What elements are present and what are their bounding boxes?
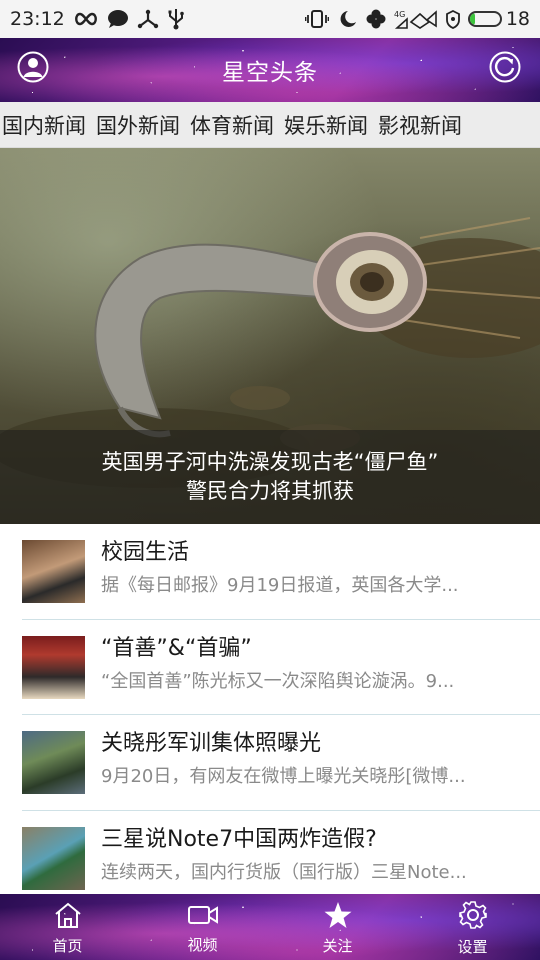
battery-level: 18 <box>505 8 530 30</box>
news-thumbnail <box>22 826 85 890</box>
battery-fill <box>469 13 476 25</box>
news-item-military-training[interactable]: 关晓彤军训集体照曝光 9月20日，有网友在微博上曝光关晓彤[微博... <box>22 715 540 811</box>
user-avatar-icon <box>17 51 49 87</box>
bottom-nav: 首页 视频 关注 设置 <box>0 894 540 960</box>
chat-bubble-icon <box>107 9 129 29</box>
news-thumbnail <box>22 540 85 603</box>
news-thumbnail <box>22 635 85 699</box>
infinity-icon <box>73 11 99 27</box>
news-list: 校园生活 据《每日邮报》9月19日报道，英国各大学... “首善”&“首骗” “… <box>0 524 540 894</box>
nav-settings-label: 设置 <box>457 937 488 956</box>
tab-entertainment-news[interactable]: 娱乐新闻 <box>282 110 376 140</box>
hero-caption-line2: 警民合力将其抓获 <box>186 479 354 503</box>
battery-indicator: 18 <box>467 8 530 30</box>
news-summary: 连续两天，国内行货版（国行版）三星Note... <box>101 861 467 883</box>
usb-icon <box>167 8 185 30</box>
news-title: 关晓彤军训集体照曝光 <box>101 731 322 756</box>
hero-caption-line1: 英国男子河中洗澡发现古老“僵尸鱼” <box>101 450 439 474</box>
news-title: 校园生活 <box>101 540 190 565</box>
news-title: 三星说Note7中国两炸造假? <box>101 826 377 852</box>
nav-follow[interactable]: 关注 <box>270 894 405 960</box>
clover-icon <box>365 8 387 30</box>
news-thumbnail <box>22 731 85 794</box>
news-item-campus-life[interactable]: 校园生活 据《每日邮报》9月19日报道，英国各大学... <box>22 524 540 620</box>
news-item-samsung-note7[interactable]: 三星说Note7中国两炸造假? 连续两天，国内行货版（国行版）三星Note... <box>22 811 540 895</box>
battery-icon <box>467 11 502 27</box>
nav-home[interactable]: 首页 <box>0 894 135 960</box>
news-title: “首善”&“首骗” <box>101 635 252 661</box>
nav-settings[interactable]: 设置 <box>405 894 540 960</box>
svg-text:4G: 4G <box>394 10 405 19</box>
usb-tether-icon <box>137 9 159 29</box>
news-summary: 9月20日，有网友在微博上曝光关晓彤[微博... <box>101 766 466 787</box>
star-icon <box>323 901 353 933</box>
news-item-philanthropist[interactable]: “首善”&“首骗” “全国首善”陈光标又一次深陷舆论漩涡。9... <box>22 620 540 715</box>
tab-sports-news[interactable]: 体育新闻 <box>188 110 282 140</box>
app-title: 星空头条 <box>222 60 318 86</box>
tab-international-news[interactable]: 国外新闻 <box>94 110 188 140</box>
app-header: 星空头条 <box>0 38 540 102</box>
video-camera-icon <box>187 902 219 932</box>
tab-domestic-news[interactable]: 国内新闻 <box>0 110 94 140</box>
nav-home-label: 首页 <box>52 936 83 955</box>
hero-banner[interactable]: 英国男子河中洗澡发现古老“僵尸鱼” 警民合力将其抓获 <box>0 148 540 524</box>
moon-icon <box>336 9 358 29</box>
category-tabs: 国内新闻 国外新闻 体育新闻 娱乐新闻 影视新闻 <box>0 102 540 148</box>
news-summary: 据《每日邮报》9月19日报道，英国各大学... <box>101 575 459 596</box>
nav-follow-label: 关注 <box>322 936 353 955</box>
tab-film-tv-news[interactable]: 影视新闻 <box>376 110 470 140</box>
home-icon <box>53 901 83 933</box>
gear-icon <box>458 900 488 934</box>
nav-video[interactable]: 视频 <box>135 894 270 960</box>
refresh-icon <box>489 51 521 87</box>
vibrate-icon <box>304 9 329 29</box>
status-time: 23:12 <box>10 8 65 30</box>
news-summary: “全国首善”陈光标又一次深陷舆论漩涡。9... <box>101 670 455 692</box>
alarm-icon <box>445 9 461 29</box>
nav-video-label: 视频 <box>187 935 218 954</box>
signal-4g-icon: 4G <box>394 8 438 30</box>
status-bar: 23:12 4G 18 <box>0 0 540 38</box>
user-avatar-button[interactable] <box>16 51 50 87</box>
refresh-button[interactable] <box>488 51 522 87</box>
hero-caption: 英国男子河中洗澡发现古老“僵尸鱼” 警民合力将其抓获 <box>0 430 540 524</box>
